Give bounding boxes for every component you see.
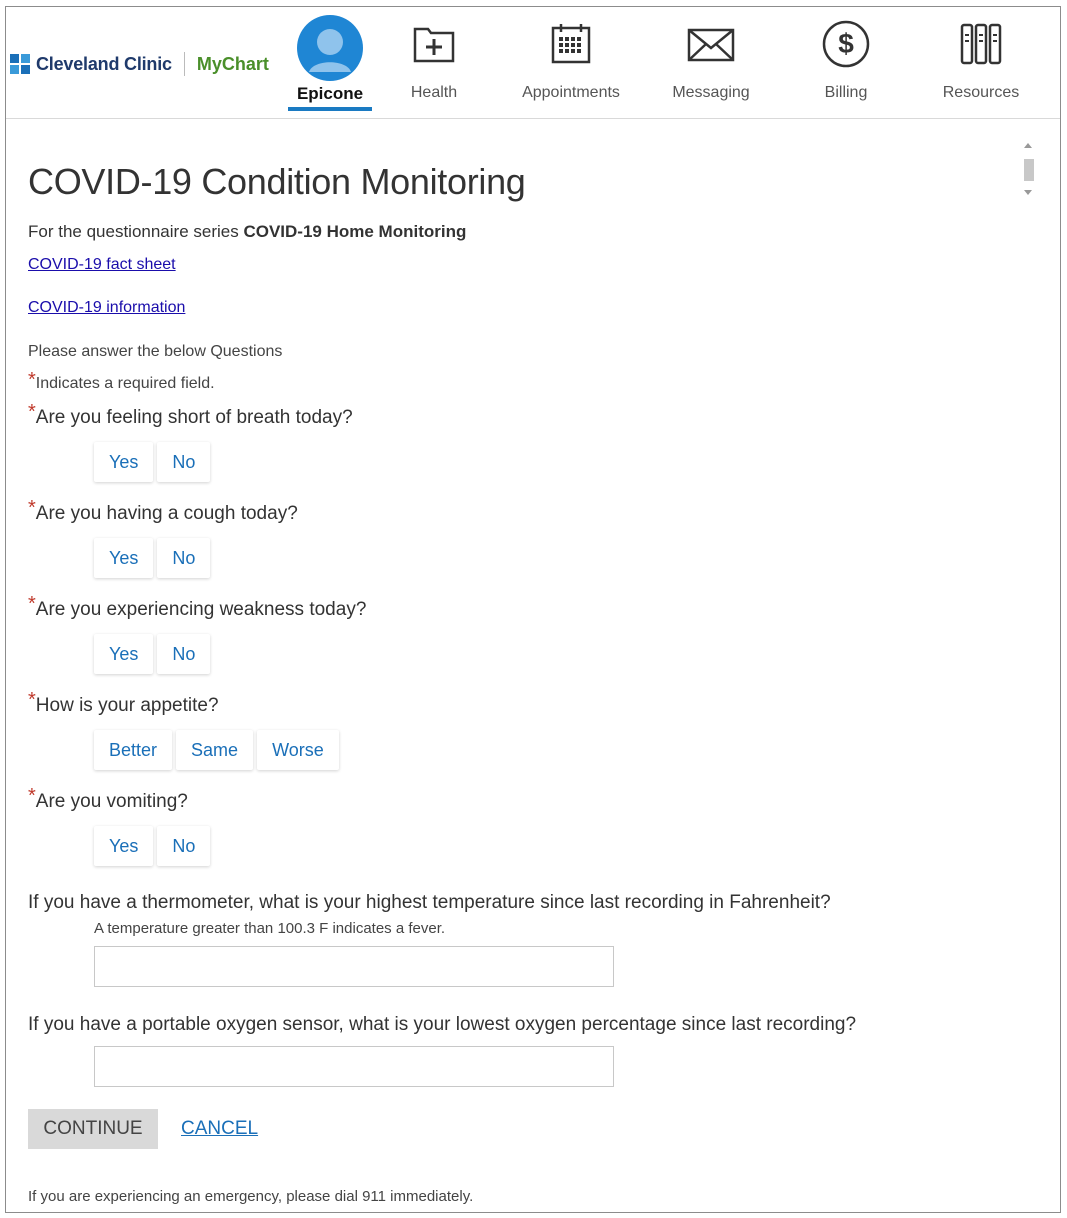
required-note-text: Indicates a required field. [35, 375, 215, 392]
nav-label: Resources [942, 84, 1020, 101]
cancel-link[interactable]: CANCEL [181, 1118, 258, 1140]
required-asterisk: * [28, 369, 36, 391]
required-asterisk: * [28, 401, 36, 423]
nav-item-resources[interactable]: Resources [931, 7, 1031, 119]
cleveland-clinic-logo[interactable]: Cleveland Clinic MyChart [10, 51, 269, 77]
logo-mark-icon [10, 54, 30, 74]
required-field-note: *Indicates a required field. [28, 369, 215, 398]
answer-yes-button[interactable]: Yes [94, 634, 154, 674]
answer-options-weakness: Yes No [94, 634, 211, 674]
nav-label: Appointments [522, 84, 620, 101]
fact-sheet-link[interactable]: COVID-19 fact sheet [28, 256, 176, 274]
nav-item-billing[interactable]: $ Billing [806, 7, 886, 119]
brand-name: Cleveland Clinic [36, 53, 172, 74]
dollar-icon: $ [822, 20, 870, 68]
question-appetite: *How is your appetite? [28, 689, 219, 718]
instructions-text: Please answer the below Questions [28, 343, 283, 360]
app-window: Cleveland Clinic MyChart Epicone Health [5, 6, 1061, 1213]
question-text: Are you having a cough today? [35, 503, 298, 524]
nav-item-messaging[interactable]: Messaging [661, 7, 761, 119]
top-navigation: Cleveland Clinic MyChart Epicone Health [6, 7, 1060, 119]
active-tab-indicator [288, 107, 372, 111]
required-asterisk: * [28, 593, 36, 615]
temperature-hint: A temperature greater than 100.3 F indic… [94, 920, 446, 937]
nav-label: Epicone [296, 84, 364, 103]
answer-options-breath: Yes No [94, 442, 211, 482]
health-folder-icon [413, 27, 455, 63]
required-asterisk: * [28, 785, 36, 807]
question-weakness: *Are you experiencing weakness today? [28, 593, 367, 622]
answer-options-vomiting: Yes No [94, 826, 211, 866]
answer-no-button[interactable]: No [157, 826, 211, 866]
oxygen-input[interactable] [94, 1046, 614, 1087]
required-asterisk: * [28, 689, 36, 711]
page-title: COVID-19 Condition Monitoring [28, 161, 526, 202]
question-text: Are you vomiting? [35, 791, 188, 812]
nav-item-health[interactable]: Health [399, 7, 469, 119]
question-vomiting: *Are you vomiting? [28, 785, 188, 814]
nav-item-appointments[interactable]: Appointments [511, 7, 631, 119]
answer-better-button[interactable]: Better [94, 730, 173, 770]
library-icon [960, 23, 1002, 65]
question-text: How is your appetite? [35, 695, 219, 716]
emergency-notice: If you are experiencing an emergency, pl… [28, 1188, 474, 1205]
series-name: COVID-19 Home Monitoring [243, 222, 467, 241]
svg-text:$: $ [838, 28, 854, 59]
logo-divider [183, 52, 185, 76]
question-oxygen: If you have a portable oxygen sensor, wh… [28, 1014, 857, 1035]
question-text: Are you experiencing weakness today? [35, 599, 367, 620]
series-prefix: For the questionnaire series [28, 222, 244, 241]
answer-yes-button[interactable]: Yes [94, 826, 154, 866]
covid-information-link[interactable]: COVID-19 information [28, 299, 185, 317]
nav-label: Health [410, 84, 458, 101]
nav-label: Billing [824, 84, 868, 101]
nav-label: Messaging [672, 84, 750, 101]
product-name: MyChart [196, 53, 269, 74]
required-asterisk: * [28, 497, 36, 519]
answer-no-button[interactable]: No [157, 634, 211, 674]
answer-no-button[interactable]: No [157, 538, 211, 578]
nav-item-user[interactable]: Epicone [288, 7, 372, 119]
answer-options-appetite: Better Same Worse [94, 730, 339, 770]
question-text: Are you feeling short of breath today? [35, 407, 353, 428]
question-shortness-of-breath: *Are you feeling short of breath today? [28, 401, 353, 430]
envelope-icon [687, 28, 735, 62]
answer-yes-button[interactable]: Yes [94, 538, 154, 578]
answer-worse-button[interactable]: Worse [257, 730, 339, 770]
questionnaire-content: COVID-19 Condition Monitoring For the qu… [28, 119, 1030, 1212]
answer-no-button[interactable]: No [157, 442, 211, 482]
answer-options-cough: Yes No [94, 538, 211, 578]
temperature-input[interactable] [94, 946, 614, 987]
series-description: For the questionnaire series COVID-19 Ho… [28, 222, 466, 242]
answer-yes-button[interactable]: Yes [94, 442, 154, 482]
answer-same-button[interactable]: Same [176, 730, 254, 770]
calendar-icon [551, 24, 591, 64]
question-cough: *Are you having a cough today? [28, 497, 298, 526]
user-avatar-icon [297, 15, 363, 81]
question-temperature: If you have a thermometer, what is your … [28, 892, 831, 913]
continue-button[interactable]: CONTINUE [28, 1109, 158, 1149]
